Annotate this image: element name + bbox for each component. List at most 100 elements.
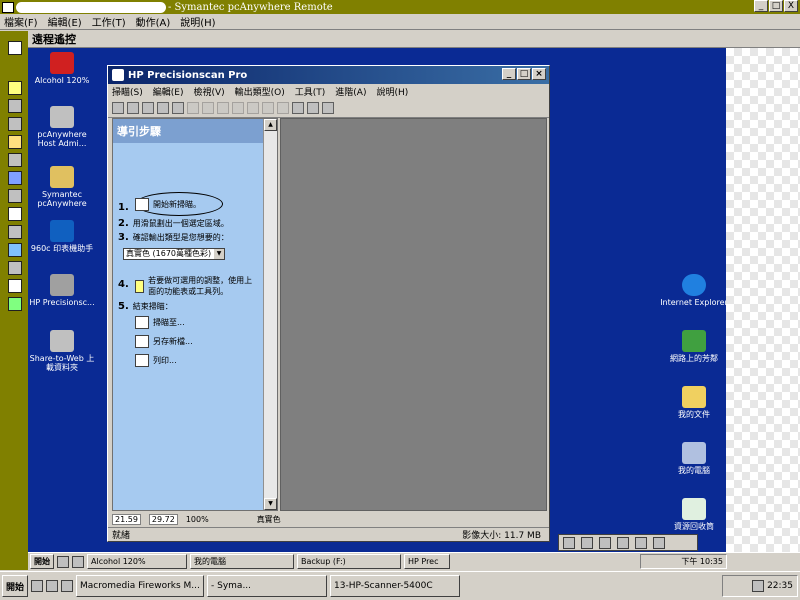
tool-b-icon[interactable]: [262, 101, 274, 114]
redacted-host: [16, 1, 166, 13]
tool-icon-12[interactable]: [8, 297, 22, 311]
remote-start-button[interactable]: 開始: [30, 554, 54, 569]
tool-c-icon[interactable]: [277, 101, 289, 114]
remote-task-computer[interactable]: 我的電腦: [190, 554, 294, 569]
rotate-icon[interactable]: [292, 101, 304, 114]
remote-task-alcohol[interactable]: Alcohol 120%: [87, 554, 187, 569]
keyboard-icon[interactable]: [563, 536, 575, 549]
hp-scanner-icon: [50, 274, 74, 296]
hp-menu-output[interactable]: 輸出類型(O): [235, 85, 285, 98]
hp-minimize-button[interactable]: _: [502, 68, 516, 80]
chat-icon[interactable]: [599, 536, 611, 549]
tool-icon-9[interactable]: [8, 243, 22, 257]
hp-menu-advanced[interactable]: 進階(A): [335, 85, 366, 98]
tool-icon-8[interactable]: [8, 225, 22, 239]
tool-icon-4[interactable]: [8, 153, 22, 167]
desktop-icon-pcanywhere-host[interactable]: pcAnywhere Host Admi...: [28, 106, 96, 148]
remote-task-hp[interactable]: HP Prec: [404, 554, 450, 569]
task-pcanywhere[interactable]: - Syma...: [207, 575, 328, 597]
print-icon[interactable]: [172, 101, 184, 114]
hp-menu-help[interactable]: 說明(H): [376, 85, 408, 98]
hp-menu-edit[interactable]: 編輯(E): [153, 85, 184, 98]
desktop-icon-ie[interactable]: Internet Explorer: [660, 274, 728, 307]
hp-close-button[interactable]: ×: [532, 68, 546, 80]
desktop-icon-documents[interactable]: 我的文件: [660, 386, 728, 419]
menu-action[interactable]: 動作(A): [136, 14, 171, 29]
maximize-button[interactable]: □: [769, 0, 783, 12]
hp-menu-view[interactable]: 檢視(V): [193, 85, 224, 98]
menu-file[interactable]: 檔案(F): [4, 14, 38, 29]
tool-icon-1[interactable]: [8, 99, 22, 113]
scroll-up-icon[interactable]: ▲: [264, 119, 277, 131]
hp-maximize-button[interactable]: □: [517, 68, 531, 80]
desktop-icon-recycle[interactable]: 資源回收筒: [660, 498, 728, 531]
copy-icon[interactable]: [307, 101, 319, 114]
expand-icon[interactable]: [8, 41, 22, 55]
tray-icon[interactable]: [752, 580, 765, 592]
save-as-button[interactable]: 另存新檔...: [135, 335, 193, 348]
hp-menu-scan[interactable]: 掃瞄(S): [112, 85, 143, 98]
outlook-quick-icon[interactable]: [46, 580, 59, 592]
help-icon[interactable]: [8, 81, 22, 95]
tool-icon-7[interactable]: [8, 207, 22, 221]
desktop-icon-computer[interactable]: 我的電腦: [660, 442, 728, 475]
scan-to-button[interactable]: 掃瞄至...: [135, 316, 185, 329]
task-fireworks[interactable]: Macromedia Fireworks M...: [76, 575, 205, 597]
clock: 22:35: [767, 581, 793, 591]
desktop-icon-hp-scanner[interactable]: HP Precisionsc...: [28, 274, 96, 307]
save-icon[interactable]: [157, 101, 169, 114]
task-folder[interactable]: 13-HP-Scanner-5400C: [330, 575, 461, 597]
help-pointer-icon[interactable]: [322, 101, 334, 114]
desktop-icon-network[interactable]: 網路上的芳鄰: [660, 330, 728, 363]
tool-icon-6[interactable]: [8, 189, 22, 203]
scan-to-icon[interactable]: [127, 101, 139, 114]
transfer-icon[interactable]: [581, 536, 593, 549]
ie-quick-icon[interactable]: [57, 555, 69, 568]
desktop-quick-icon[interactable]: [61, 580, 74, 592]
zoom-level: 100%: [185, 514, 209, 524]
desktop-quick-icon[interactable]: [72, 555, 84, 568]
menu-help[interactable]: 說明(H): [180, 14, 215, 29]
desktop-icon-alcohol[interactable]: Alcohol 120%: [28, 52, 96, 85]
scroll-down-icon[interactable]: ▼: [264, 498, 277, 510]
web-icon[interactable]: [142, 101, 154, 114]
title-bar: - Symantec pcAnywhere Remote _ □ X: [0, 0, 800, 14]
screen-icon[interactable]: [617, 536, 629, 549]
desktop-icon-pcanywhere[interactable]: Symantec pcAnywhere: [28, 166, 96, 208]
documents-icon: [682, 386, 706, 408]
help-icon[interactable]: [653, 536, 665, 549]
menu-task[interactable]: 工作(T): [92, 14, 126, 29]
ie-quick-icon[interactable]: [31, 580, 44, 592]
pcanywhere-icon: [50, 166, 74, 188]
settings-icon[interactable]: [635, 536, 647, 549]
start-button[interactable]: 開始: [2, 575, 29, 597]
hp-menu-tools[interactable]: 工具(T): [295, 85, 326, 98]
scan-icon[interactable]: [112, 101, 124, 114]
tool-a-icon[interactable]: [247, 101, 259, 114]
output-type-select[interactable]: 真實色 (1670萬種色彩) ▼: [123, 248, 225, 260]
status-ready: 就緒: [112, 531, 131, 541]
measure-bar: 21.59 29.72 100% 真實色: [112, 513, 547, 525]
tool-icon-11[interactable]: [8, 279, 22, 293]
zoom-out-icon[interactable]: [232, 101, 244, 114]
close-button[interactable]: X: [784, 0, 798, 12]
adjust-info: 若要做可選用的調整，使用上面的功能表或工具列。: [135, 275, 257, 297]
tool-icon-10[interactable]: [8, 261, 22, 275]
remote-task-backup[interactable]: Backup (F:): [297, 554, 401, 569]
preview-area[interactable]: [280, 118, 547, 511]
print-button[interactable]: 列印...: [135, 354, 177, 367]
tool-icon-5[interactable]: [8, 171, 22, 185]
print-icon: [135, 354, 149, 367]
zoom-in-icon[interactable]: [217, 101, 229, 114]
forward-icon[interactable]: [202, 101, 214, 114]
desktop-icon-share-to-web[interactable]: Share-to-Web 上載資料夾: [28, 330, 96, 372]
menu-edit[interactable]: 編輯(E): [48, 14, 82, 29]
guide-scrollbar[interactable]: ▲ ▼: [263, 119, 277, 510]
back-icon[interactable]: [187, 101, 199, 114]
chevron-down-icon: ▼: [214, 249, 224, 259]
tool-icon-3[interactable]: [8, 135, 22, 149]
minimize-button[interactable]: _: [754, 0, 768, 12]
start-scan-button[interactable]: 開始新掃瞄。: [135, 198, 201, 211]
desktop-icon-hp-printer[interactable]: 960c 印表機助手: [28, 220, 96, 253]
tool-icon-2[interactable]: [8, 117, 22, 131]
